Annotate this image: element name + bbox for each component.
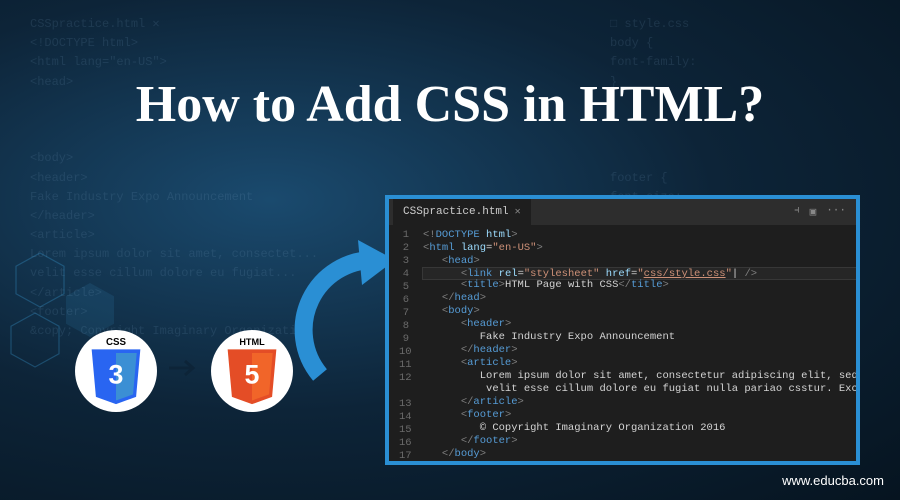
watermark: www.educba.com [782,473,884,488]
editor-tab-bar: CSSpractice.html ✕ ⫞ ▣ ··· [389,199,856,225]
line-number-gutter: 123456789101112131415161718 [389,225,417,461]
tab-filename: CSSpractice.html [403,206,509,218]
more-actions-icon[interactable]: ··· [826,205,846,219]
split-editor-icon[interactable]: ⫞ [794,205,800,219]
hexagon-decoration [5,310,65,370]
editor-body[interactable]: 123456789101112131415161718 <!DOCTYPE ht… [389,225,856,461]
svg-text:HTML: HTML [239,337,265,347]
code-editor-window: CSSpractice.html ✕ ⫞ ▣ ··· 1234567891011… [385,195,860,465]
preview-icon[interactable]: ▣ [810,205,817,219]
css3-badge: CSS 3 [75,330,157,412]
arrow-right-icon [169,358,199,385]
code-content[interactable]: <!DOCTYPE html><html lang="en-US"> <head… [417,225,856,461]
svg-text:3: 3 [109,359,124,389]
svg-text:5: 5 [245,359,260,389]
svg-text:CSS: CSS [106,337,127,348]
editor-tab[interactable]: CSSpractice.html ✕ [393,199,531,225]
page-title: How to Add CSS in HTML? [0,75,900,134]
editor-actions: ⫞ ▣ ··· [794,205,852,219]
close-icon[interactable]: ✕ [515,206,521,218]
tech-badges: CSS 3 HTML 5 [75,330,293,412]
